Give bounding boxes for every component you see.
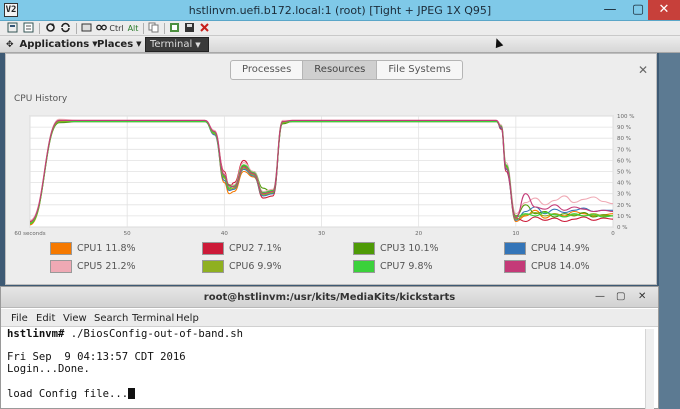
legend-label: CPU4 14.9% bbox=[531, 243, 590, 254]
x-tick-label: 0 bbox=[611, 231, 615, 237]
color-swatch[interactable] bbox=[504, 242, 526, 255]
sysmon-close-button[interactable]: ✕ bbox=[638, 63, 648, 77]
terminal-line: Fri Sep 9 04:13:57 CDT 2016 bbox=[7, 351, 186, 364]
alt-icon[interactable]: Alt bbox=[127, 22, 139, 35]
ctrl-alt-del-icon[interactable] bbox=[80, 22, 93, 35]
y-tick-label: 70 % bbox=[617, 147, 631, 153]
menu-edit[interactable]: Edit bbox=[36, 313, 55, 324]
y-tick-label: 50 % bbox=[617, 170, 631, 176]
color-swatch[interactable] bbox=[202, 242, 224, 255]
legend-label: CPU1 11.8% bbox=[77, 243, 136, 254]
cpu-history-chart: 60 seconds 50 40 30 20 10 0 100 % 90 % 80 % 70 % 6… bbox=[14, 114, 634, 237]
info-icon[interactable] bbox=[22, 22, 35, 35]
text-cursor bbox=[128, 387, 136, 399]
x-tick-label: 20 bbox=[415, 231, 422, 237]
terminal-window: root@hstlinvm:/usr/kits/MediaKits/kickst… bbox=[0, 286, 659, 409]
toolbar-separator bbox=[143, 23, 144, 34]
gnome-top-panel: ✥ Applications ▼ Places ▼ Terminal ▼ bbox=[0, 36, 680, 53]
color-swatch[interactable] bbox=[353, 242, 375, 255]
terminal-maximize-button[interactable]: ▢ bbox=[616, 291, 625, 302]
terminal-close-button[interactable]: ✕ bbox=[638, 291, 646, 302]
copy-icon[interactable] bbox=[147, 22, 160, 35]
minimize-button[interactable]: — bbox=[596, 0, 624, 20]
terminal-line: Login...Done. bbox=[7, 363, 90, 376]
terminal-label: Terminal bbox=[150, 39, 193, 50]
refresh-alt-icon[interactable] bbox=[59, 22, 72, 35]
refresh-icon[interactable] bbox=[44, 22, 57, 35]
menu-file[interactable]: File bbox=[11, 313, 28, 324]
tasklist-terminal[interactable]: Terminal ▼ bbox=[145, 37, 209, 52]
menu-terminal[interactable]: Terminal bbox=[132, 313, 174, 324]
y-tick-label: 60 % bbox=[617, 158, 631, 164]
legend-label: CPU3 10.1% bbox=[380, 243, 439, 254]
tab-processes[interactable]: Processes bbox=[231, 61, 304, 79]
options-icon[interactable] bbox=[6, 22, 19, 35]
x-tick-label: 10 bbox=[512, 231, 519, 237]
applications-label: Applications bbox=[19, 39, 90, 50]
y-tick-label: 10 % bbox=[617, 214, 631, 220]
y-tick-label: 80 % bbox=[617, 136, 631, 142]
x-tick-label: 30 bbox=[318, 231, 325, 237]
legend-label: CPU6 9.9% bbox=[229, 261, 282, 272]
terminal-line: load Config file... bbox=[7, 387, 129, 400]
chevron-down-icon: ▼ bbox=[136, 40, 142, 48]
window-title: hstlinvm.uefi.b172.local:1 (root) [Tight… bbox=[188, 4, 492, 17]
menu-search[interactable]: Search bbox=[94, 313, 128, 324]
applications-menu[interactable]: ✥ Applications ▼ bbox=[6, 38, 98, 51]
tab-file-systems[interactable]: File Systems bbox=[377, 61, 461, 79]
y-tick-label: 0 % bbox=[617, 225, 627, 231]
legend-label: CPU2 7.1% bbox=[229, 243, 282, 254]
toolbar-separator bbox=[76, 23, 77, 34]
cpu-history-title: CPU History bbox=[14, 94, 68, 104]
terminal-scrollbar[interactable] bbox=[645, 329, 654, 409]
x-tick-label: 40 bbox=[221, 231, 228, 237]
places-label: Places bbox=[97, 39, 134, 50]
y-tick-label: 40 % bbox=[617, 181, 631, 187]
terminal-title: root@hstlinvm:/usr/kits/MediaKits/kickst… bbox=[203, 292, 456, 303]
y-tick-label: 20 % bbox=[617, 203, 631, 209]
disconnect-icon[interactable] bbox=[198, 22, 211, 35]
terminal-menubar: File Edit View Search Terminal Help bbox=[1, 309, 658, 327]
vnc-titlebar: V2 hstlinvm.uefi.b172.local:1 (root) [Ti… bbox=[0, 0, 680, 21]
y-tick-label: 100 % bbox=[617, 114, 634, 120]
system-monitor-window: Processes Resources File Systems ✕ CPU H… bbox=[5, 53, 657, 285]
color-swatch[interactable] bbox=[353, 260, 375, 273]
gnome-foot-icon: ✥ bbox=[6, 40, 14, 50]
color-swatch[interactable] bbox=[50, 242, 72, 255]
toolbar-separator bbox=[39, 23, 40, 34]
y-tick-label: 30 % bbox=[617, 192, 631, 198]
desktop-background bbox=[659, 53, 680, 409]
color-swatch[interactable] bbox=[202, 260, 224, 273]
legend-label: CPU5 21.2% bbox=[77, 261, 136, 272]
toolbar-separator bbox=[164, 23, 165, 34]
places-menu[interactable]: Places ▼ bbox=[97, 38, 142, 51]
vnc-toolbar: Ctrl Alt bbox=[0, 21, 680, 36]
legend-label: CPU7 9.8% bbox=[380, 261, 433, 272]
ctrl-esc-icon[interactable] bbox=[95, 22, 108, 35]
menu-view[interactable]: View bbox=[63, 313, 87, 324]
tab-resources[interactable]: Resources bbox=[303, 61, 378, 79]
terminal-titlebar: root@hstlinvm:/usr/kits/MediaKits/kickst… bbox=[1, 287, 658, 308]
y-tick-label: 90 % bbox=[617, 125, 631, 131]
x-tick-label: 60 seconds bbox=[14, 231, 45, 237]
tab-bar: Processes Resources File Systems bbox=[230, 60, 463, 80]
ctrl-icon[interactable]: Ctrl bbox=[109, 22, 124, 35]
color-swatch[interactable] bbox=[504, 260, 526, 273]
shell-command: ./BiosConfig-out-of-band.sh bbox=[64, 328, 243, 340]
new-connection-icon[interactable] bbox=[168, 22, 181, 35]
chevron-down-icon: ▼ bbox=[195, 41, 201, 49]
terminal-output[interactable]: hstlinvm# ./BiosConfig-out-of-band.sh Fr… bbox=[7, 328, 647, 400]
x-tick-label: 50 bbox=[124, 231, 131, 237]
legend-label: CPU8 14.0% bbox=[531, 261, 590, 272]
terminal-minimize-button[interactable]: — bbox=[595, 291, 605, 302]
save-icon[interactable] bbox=[183, 22, 196, 35]
shell-prompt: hstlinvm# bbox=[7, 328, 65, 340]
close-button[interactable]: ✕ bbox=[648, 0, 680, 20]
menu-help[interactable]: Help bbox=[176, 313, 199, 324]
color-swatch[interactable] bbox=[50, 260, 72, 273]
